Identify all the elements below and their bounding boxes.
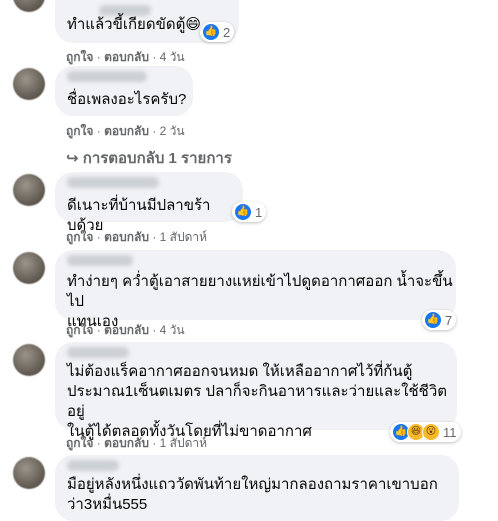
timestamp[interactable]: 4 วัน — [160, 48, 185, 67]
reply-link[interactable]: ตอบกลับ — [104, 228, 149, 247]
comment-text: ทำแล้วขี้เกียดขัดตู้😄 — [67, 16, 201, 33]
reaction-summary[interactable]: 👍 2 — [200, 22, 235, 42]
like-link[interactable]: ถูกใจ — [66, 321, 93, 340]
reaction-count: 7 — [445, 312, 453, 328]
view-replies-link[interactable]: ↪ การตอบกลับ 1 รายการ — [66, 146, 232, 170]
reply-link[interactable]: ตอบกลับ — [104, 321, 149, 340]
avatar[interactable] — [13, 252, 45, 284]
reply-link[interactable]: ตอบกลับ — [104, 434, 149, 453]
reaction-count: 2 — [223, 24, 231, 40]
reaction-summary[interactable]: 👍 7 — [422, 310, 457, 330]
reply-link[interactable]: ตอบกลับ — [104, 48, 149, 67]
comment-bubble: ชื่อเพลงอะไรครับ? — [55, 66, 193, 116]
timestamp[interactable]: 2 วัน — [160, 122, 185, 141]
comment-bubble: มือยู่หลังหนึ่งแถววัดพันท้ายใหญ่มากลองถา… — [55, 455, 459, 521]
like-icon: 👍 — [202, 23, 220, 41]
like-link[interactable]: ถูกใจ — [66, 48, 93, 67]
comment-author[interactable] — [67, 255, 133, 266]
comment-actions: ถูกใจ · ตอบกลับ · 4 วัน — [66, 48, 185, 67]
comment-text: ชื่อเพลงอะไรครับ? — [67, 91, 187, 108]
comment-author[interactable] — [67, 347, 129, 358]
like-icon: 👍 — [424, 311, 442, 329]
timestamp[interactable]: 1 สัปดาห์ — [160, 228, 207, 247]
comment-actions: ถูกใจ · ตอบกลับ · 4 วัน — [66, 321, 185, 340]
reaction-count: 1 — [255, 204, 263, 220]
avatar[interactable] — [13, 344, 45, 376]
avatar[interactable] — [13, 0, 45, 12]
avatar[interactable] — [13, 68, 45, 100]
timestamp[interactable]: 1 สัปดาห์ — [160, 434, 207, 453]
comment-actions: ถูกใจ · ตอบกลับ · 1 สัปดาห์ — [66, 228, 207, 247]
comment-bubble: ไม่ต้องแร็คอากาศออกจนหมด ให้เหลืออากาศไว… — [55, 342, 457, 440]
reaction-count: 11 — [443, 424, 457, 440]
reply-link[interactable]: ตอบกลับ — [104, 122, 149, 141]
comment-author[interactable] — [67, 177, 159, 188]
comment-text: มือยู่หลังหนึ่งแถววัดพันท้ายใหญ่มากลองถา… — [67, 476, 438, 513]
wow-icon: 😮 — [422, 423, 440, 441]
avatar[interactable] — [13, 174, 45, 206]
timestamp[interactable]: 4 วัน — [160, 321, 185, 340]
comment-bubble: ทำง่ายๆ คว่ำตู้เอาสายยางแหย่เข้าไปดูดอาก… — [55, 250, 456, 330]
reaction-summary[interactable]: 👍 😆 😮 11 — [390, 422, 461, 442]
comment-actions: ถูกใจ · ตอบกลับ · 1 สัปดาห์ — [66, 434, 207, 453]
like-link[interactable]: ถูกใจ — [66, 228, 93, 247]
reaction-summary[interactable]: 👍 1 — [232, 202, 267, 222]
like-link[interactable]: ถูกใจ — [66, 122, 93, 141]
comment-actions: ถูกใจ · ตอบกลับ · 2 วัน — [66, 122, 185, 141]
like-link[interactable]: ถูกใจ — [66, 434, 93, 453]
comment-bubble: ดีเนาะที่บ้านมีปลาขร้าบด้วย — [55, 172, 243, 234]
avatar[interactable] — [13, 457, 45, 489]
reply-arrow-icon: ↪ — [66, 150, 79, 167]
replies-label: การตอบกลับ 1 รายการ — [82, 150, 232, 167]
comment-author[interactable] — [67, 71, 147, 82]
like-icon: 👍 — [234, 203, 252, 221]
comment-author[interactable] — [67, 460, 119, 471]
